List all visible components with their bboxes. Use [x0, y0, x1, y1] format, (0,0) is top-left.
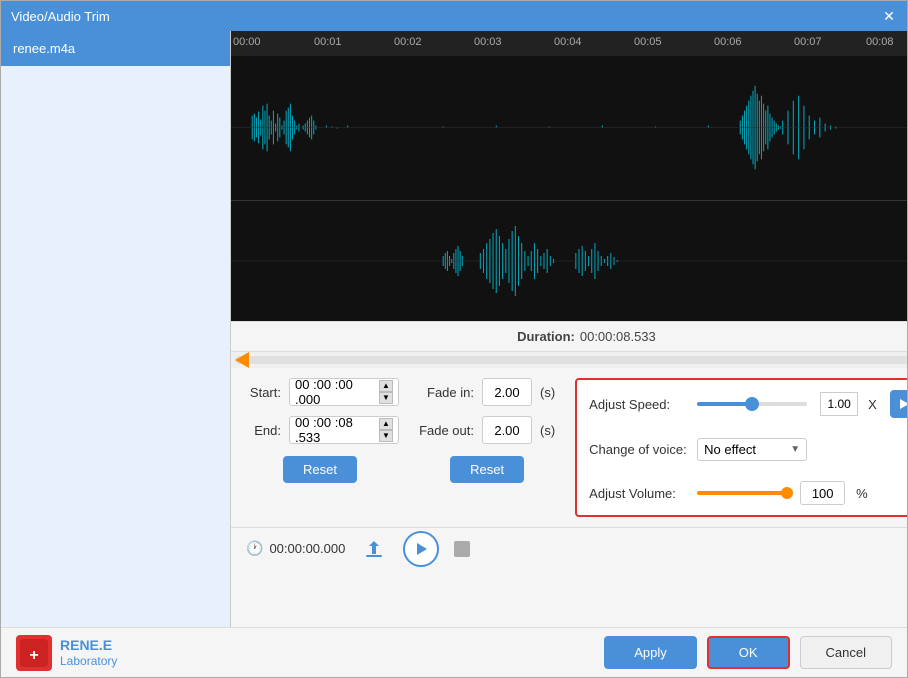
timeline-mark-4: 00:04	[554, 36, 582, 48]
speed-slider-thumb[interactable]	[745, 397, 759, 411]
export-button[interactable]	[360, 535, 388, 563]
waveform-lower	[231, 201, 907, 321]
fade-in-row: Fade in: (s)	[419, 378, 555, 406]
timeline-marks: 00:00 00:01 00:02 00:03 00:04 00:05 00:0…	[231, 31, 907, 56]
timeline: 00:00 00:01 00:02 00:03 00:04 00:05 00:0…	[231, 31, 907, 56]
end-label: End:	[241, 423, 281, 438]
end-spinner[interactable]: ▲ ▼	[379, 418, 393, 442]
fade-in-unit: (s)	[540, 385, 555, 400]
waveform-svg-upper	[231, 56, 907, 200]
speed-unit: X	[868, 397, 877, 412]
scrubber-bar[interactable]	[231, 351, 907, 368]
voice-select-arrow: ▼	[790, 444, 800, 455]
voice-select[interactable]: No effect ▼	[697, 438, 807, 461]
fade-out-row: Fade out: (s)	[419, 416, 555, 444]
end-control-row: End: 00 :00 :08 .533 ▲ ▼	[241, 416, 399, 444]
start-end-reset-button[interactable]: Reset	[283, 456, 357, 483]
start-time-value: 00 :00 :00 .000	[295, 377, 379, 407]
start-control-row: Start: 00 :00 :00 .000 ▲ ▼	[241, 378, 399, 406]
editor-panel: 00:00 00:01 00:02 00:03 00:04 00:05 00:0…	[231, 31, 907, 627]
speed-value-input[interactable]	[820, 392, 858, 416]
timeline-mark-2: 00:02	[394, 36, 422, 48]
start-spinner-down[interactable]: ▼	[379, 392, 393, 404]
window-title: Video/Audio Trim	[11, 9, 110, 24]
duration-label: Duration:	[517, 329, 575, 344]
footer-bar: + RENE.E Laboratory Apply OK Cancel	[1, 627, 907, 677]
logo-name: RENE.E	[60, 637, 117, 654]
volume-input[interactable]	[800, 481, 845, 505]
ok-button[interactable]: OK	[707, 636, 790, 669]
fade-out-input[interactable]	[482, 416, 532, 444]
waveform-upper	[231, 56, 907, 201]
end-time-input[interactable]: 00 :00 :08 .533 ▲ ▼	[289, 416, 399, 444]
fade-out-label: Fade out:	[419, 423, 474, 438]
title-bar: Video/Audio Trim ✕	[1, 1, 907, 31]
timeline-mark-5: 00:05	[634, 36, 662, 48]
svg-text:+: +	[29, 647, 38, 664]
start-spinner[interactable]: ▲ ▼	[379, 380, 393, 404]
speed-preview-button[interactable]	[890, 390, 907, 418]
playback-bar: 🕐 00:00:00.000	[231, 527, 907, 569]
start-label: Start:	[241, 385, 281, 400]
fade-out-unit: (s)	[540, 423, 555, 438]
start-time-input[interactable]: 00 :00 :00 .000 ▲ ▼	[289, 378, 399, 406]
timeline-mark-3: 00:03	[474, 36, 502, 48]
speed-slider-fill	[697, 402, 752, 406]
duration-value: 00:00:08.533	[580, 329, 656, 344]
stop-button[interactable]	[454, 541, 470, 557]
logo-text: RENE.E Laboratory	[60, 637, 117, 668]
voice-label: Change of voice:	[589, 442, 689, 457]
play-button[interactable]	[403, 531, 439, 567]
volume-unit: %	[856, 486, 868, 501]
sidebar-item-file[interactable]: renee.m4a	[1, 31, 230, 66]
scrubber-track[interactable]	[235, 356, 907, 364]
scrubber-left-handle[interactable]	[235, 352, 249, 368]
main-window: Video/Audio Trim ✕ renee.m4a 00:00 00:01…	[0, 0, 908, 678]
volume-slider-thumb[interactable]	[781, 487, 793, 499]
duration-bar: Duration: 00:00:08.533	[231, 321, 907, 351]
end-time-value: 00 :00 :08 .533	[295, 415, 379, 445]
speed-label: Adjust Speed:	[589, 397, 689, 412]
adjust-panel: Adjust Speed: X Change of voice:	[575, 378, 907, 517]
volume-row: Adjust Volume: %	[589, 481, 907, 505]
sidebar: renee.m4a	[1, 31, 231, 627]
close-button[interactable]: ✕	[881, 8, 897, 24]
main-content: renee.m4a 00:00 00:01 00:02 00:03 00:04 …	[1, 31, 907, 627]
cancel-button[interactable]: Cancel	[800, 636, 892, 669]
voice-select-value: No effect	[704, 442, 756, 457]
fade-reset-button[interactable]: Reset	[450, 456, 524, 483]
timeline-mark-6: 00:06	[714, 36, 742, 48]
voice-row: Change of voice: No effect ▼	[589, 438, 907, 461]
time-display: 🕐 00:00:00.000	[246, 540, 345, 557]
speed-row: Adjust Speed: X	[589, 390, 907, 418]
logo-area: + RENE.E Laboratory	[16, 635, 117, 671]
fade-in-label: Fade in:	[419, 385, 474, 400]
apply-button[interactable]: Apply	[604, 636, 697, 669]
fade-controls: Fade in: (s) Fade out: (s) Reset	[419, 378, 555, 483]
timeline-mark-8: 00:08	[866, 36, 894, 48]
logo-icon: +	[16, 635, 52, 671]
volume-slider-fill	[697, 491, 787, 495]
logo-sub: Laboratory	[60, 654, 117, 668]
timeline-mark-7: 00:07	[794, 36, 822, 48]
speed-slider[interactable]	[697, 402, 807, 406]
volume-slider[interactable]	[697, 491, 787, 495]
end-spinner-down[interactable]: ▼	[379, 430, 393, 442]
waveform-svg-lower	[231, 201, 907, 321]
fade-in-input[interactable]	[482, 378, 532, 406]
volume-label: Adjust Volume:	[589, 486, 689, 501]
clock-icon: 🕐	[246, 540, 263, 557]
current-time: 00:00:00.000	[269, 541, 345, 556]
timeline-mark-0: 00:00	[233, 36, 261, 48]
end-spinner-up[interactable]: ▲	[379, 418, 393, 430]
start-spinner-up[interactable]: ▲	[379, 380, 393, 392]
time-controls: Start: 00 :00 :00 .000 ▲ ▼ End: 00 :0	[241, 378, 399, 483]
footer-buttons: Apply OK Cancel	[604, 636, 892, 669]
timeline-mark-1: 00:01	[314, 36, 342, 48]
controls-section: Start: 00 :00 :00 .000 ▲ ▼ End: 00 :0	[231, 368, 907, 527]
